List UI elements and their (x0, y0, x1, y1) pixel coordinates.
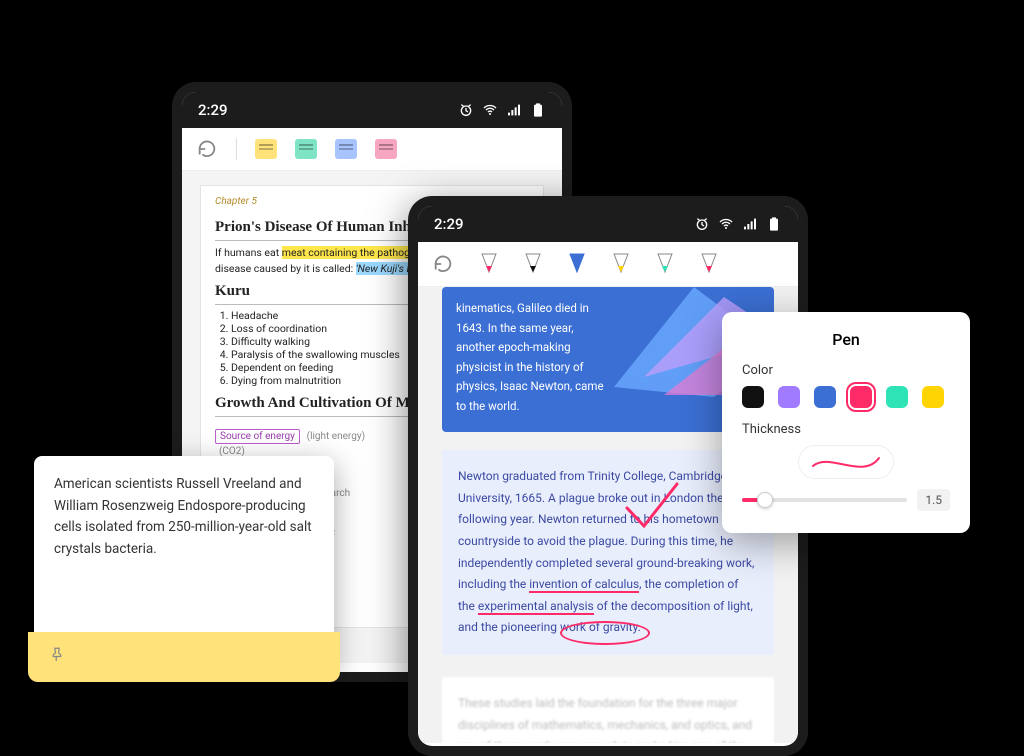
color-swatch-teal[interactable] (886, 386, 908, 408)
status-time: 2:29 (434, 215, 464, 233)
sub-energy-note1: (light energy) (307, 431, 365, 442)
thickness-preview (798, 445, 894, 479)
signal-icon (742, 216, 758, 232)
pen-tool-black[interactable] (524, 252, 542, 276)
sticky-note-fold (298, 640, 334, 676)
pen-underline: invention of calculus (529, 577, 639, 593)
pen-checkmark-annotation (622, 478, 682, 538)
sticky-color-blue[interactable] (335, 139, 357, 159)
color-swatch-yellow[interactable] (922, 386, 944, 408)
pen-settings-panel: Pen Color Thickness 1.5 (722, 312, 970, 533)
alarm-icon (458, 102, 474, 118)
undo-icon[interactable] (432, 253, 454, 275)
thickness-slider-row: 1.5 (742, 489, 950, 511)
thickness-value: 1.5 (917, 489, 950, 511)
thickness-curve-icon (811, 452, 881, 472)
color-swatch-blue[interactable] (814, 386, 836, 408)
status-bar: 2:29 (182, 92, 562, 128)
status-time: 2:29 (198, 101, 228, 119)
color-label: Color (742, 363, 950, 378)
color-swatch-pink[interactable] (850, 386, 872, 408)
pen-circled-text: work of gravity. (560, 620, 641, 634)
thickness-slider[interactable] (742, 498, 907, 502)
sub-energy-note2: (CO2) (219, 446, 245, 457)
highlighter-toolbar (182, 128, 562, 171)
wifi-icon (718, 216, 734, 232)
pin-icon[interactable] (48, 646, 66, 664)
alarm-icon (694, 216, 710, 232)
undo-icon[interactable] (196, 138, 218, 160)
thickness-slider-thumb[interactable] (757, 492, 773, 508)
sticky-note-text: American scientists Russell Vreeland and… (54, 474, 314, 560)
pen-tool-yellow[interactable] (612, 252, 630, 276)
sticky-note[interactable]: American scientists Russell Vreeland and… (34, 456, 334, 676)
pen-toolbar (418, 242, 798, 287)
status-icons (694, 216, 782, 232)
pen-tool-blue[interactable] (568, 252, 586, 276)
pen-underline: experimental analysis (478, 599, 594, 615)
status-bar: 2:29 (418, 206, 798, 242)
pen-panel-title: Pen (742, 330, 950, 349)
sub-energy: Source of energy (215, 429, 300, 444)
signal-icon (506, 102, 522, 118)
wifi-icon (482, 102, 498, 118)
pen-tool-pink[interactable] (480, 252, 498, 276)
sticky-color-yellow[interactable] (255, 139, 277, 159)
battery-icon (530, 102, 546, 118)
thickness-label: Thickness (742, 422, 950, 437)
toolbar-divider (236, 138, 237, 160)
sticky-color-green[interactable] (295, 139, 317, 159)
pen-tool-red[interactable] (700, 252, 718, 276)
blue-card-text: kinematics, Galileo died in 1643. In the… (456, 299, 606, 416)
color-swatch-purple[interactable] (778, 386, 800, 408)
pen-tool-teal[interactable] (656, 252, 674, 276)
color-row (742, 386, 950, 408)
paragraph-faded: These studies laid the foundation for th… (442, 677, 774, 743)
battery-icon (766, 216, 782, 232)
color-swatch-black[interactable] (742, 386, 764, 408)
status-icons (458, 102, 546, 118)
sticky-note-fold-bg (28, 632, 340, 682)
sticky-color-pink[interactable] (375, 139, 397, 159)
